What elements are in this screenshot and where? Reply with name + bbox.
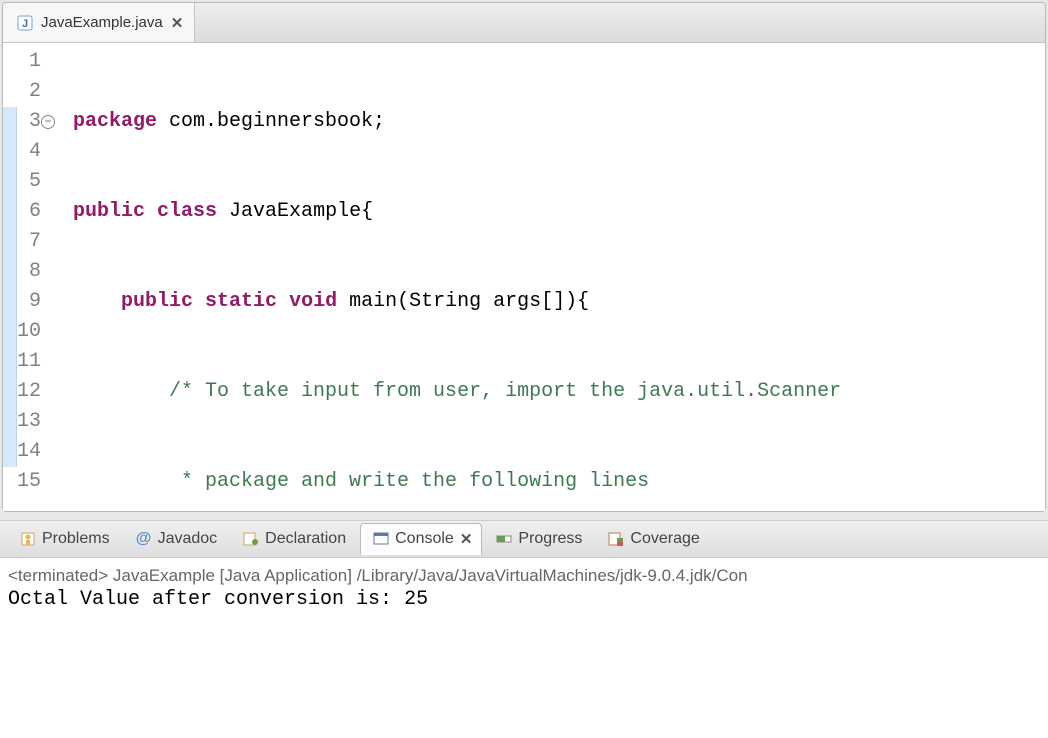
- javadoc-icon: @: [136, 531, 152, 547]
- line-number: 1: [7, 47, 57, 77]
- line-number: 4: [7, 137, 57, 167]
- tab-javadoc[interactable]: @ Javadoc: [124, 524, 230, 554]
- line-number: 10: [7, 317, 57, 347]
- console-output[interactable]: Octal Value after conversion is: 25: [8, 588, 1040, 611]
- line-number: 11: [7, 347, 57, 377]
- console-panel: <terminated> JavaExample [Java Applicati…: [0, 558, 1048, 738]
- line-number: 15: [7, 467, 57, 497]
- tab-label: Progress: [518, 530, 582, 548]
- coverage-icon: [608, 531, 624, 547]
- bottom-tabs: Problems @ Javadoc Declaration Console ✕…: [0, 520, 1048, 558]
- close-view-icon[interactable]: ✕: [460, 530, 470, 548]
- line-number: 8: [7, 257, 57, 287]
- tab-coverage[interactable]: Coverage: [596, 524, 711, 554]
- code-text[interactable]: package com.beginnersbook; public class …: [65, 43, 1045, 511]
- tab-label: Problems: [42, 530, 110, 548]
- tab-label: Javadoc: [158, 530, 218, 548]
- line-number: 3−: [7, 107, 57, 137]
- line-number: 14: [7, 437, 57, 467]
- tab-label: Console: [395, 530, 454, 548]
- editor-tab-label: JavaExample.java: [41, 14, 163, 31]
- code-area[interactable]: 1 2 3− 4 5 6 7 8 9 10 11 12 13 14 15 pac…: [3, 43, 1045, 511]
- java-file-icon: J: [17, 15, 33, 31]
- line-number: 7: [7, 227, 57, 257]
- tab-console[interactable]: Console ✕: [360, 523, 482, 555]
- editor-panel: J JavaExample.java ✕ 1 2: [2, 2, 1046, 512]
- declaration-icon: [243, 531, 259, 547]
- line-number-gutter: 1 2 3− 4 5 6 7 8 9 10 11 12 13 14 15: [3, 43, 65, 511]
- tab-problems[interactable]: Problems: [8, 524, 122, 554]
- line-number: 2: [7, 77, 57, 107]
- tab-label: Declaration: [265, 530, 346, 548]
- line-number: 13: [7, 407, 57, 437]
- line-number: 6: [7, 197, 57, 227]
- tab-label: Coverage: [630, 530, 699, 548]
- editor-tab-bar: J JavaExample.java ✕: [3, 3, 1045, 43]
- problems-icon: [20, 531, 36, 547]
- svg-text:J: J: [22, 18, 28, 30]
- console-icon: [373, 531, 389, 547]
- line-number: 5: [7, 167, 57, 197]
- line-number: 12: [7, 377, 57, 407]
- progress-icon: [496, 531, 512, 547]
- tab-declaration[interactable]: Declaration: [231, 524, 358, 554]
- close-tab-icon[interactable]: ✕: [171, 14, 181, 32]
- editor-tab[interactable]: J JavaExample.java ✕: [3, 3, 195, 42]
- fold-toggle-icon[interactable]: −: [41, 115, 55, 129]
- line-number: 9: [7, 287, 57, 317]
- tab-progress[interactable]: Progress: [484, 524, 594, 554]
- console-process-label: <terminated> JavaExample [Java Applicati…: [8, 560, 1040, 588]
